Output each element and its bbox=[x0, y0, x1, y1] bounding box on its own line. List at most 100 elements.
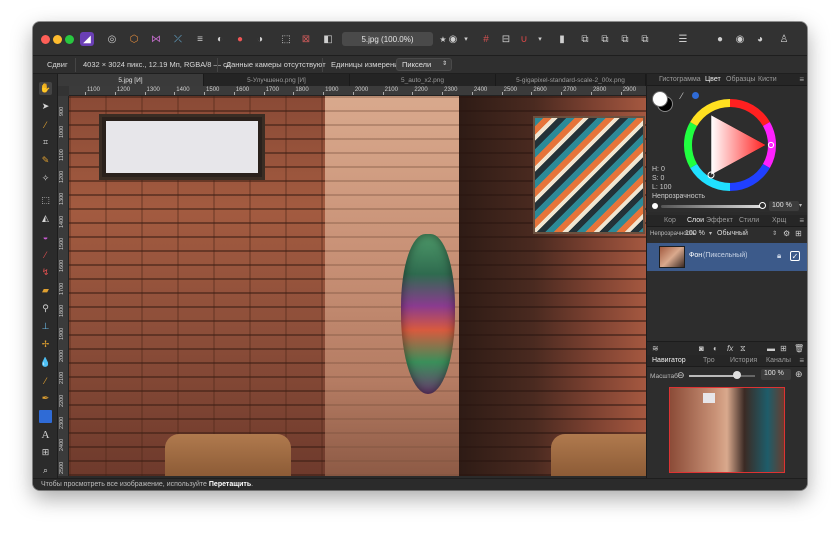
add-layer-icon[interactable]: ⊞ bbox=[780, 344, 787, 353]
zoom-out-icon[interactable]: ⊖ bbox=[677, 370, 685, 381]
snapping-grid-icon[interactable]: # bbox=[479, 32, 493, 46]
tab-swatches[interactable]: Образцы bbox=[726, 76, 755, 83]
develop-persona-icon[interactable]: ⬡ bbox=[127, 32, 141, 46]
hand-tool-icon[interactable]: ✋ bbox=[39, 82, 52, 95]
mask-icon[interactable]: ◙ bbox=[699, 344, 704, 353]
layer-opacity-value[interactable]: 100 % bbox=[685, 230, 705, 237]
layer-row-background[interactable]: Фон (Пиксельный) 🔒︎ ✓ bbox=[647, 243, 807, 271]
zoom-field[interactable]: 100 % bbox=[761, 369, 791, 380]
tab-5-gigapixel[interactable]: 5-gigapixel-standard-scale-2_00x.png bbox=[496, 74, 646, 86]
navigator-preview[interactable] bbox=[669, 387, 785, 473]
levels-icon[interactable]: ≡ bbox=[193, 32, 207, 46]
auto-white-balance-icon[interactable]: ◑ bbox=[253, 32, 267, 46]
tab-transform[interactable]: Тро bbox=[703, 357, 715, 364]
auto-contrast-icon[interactable]: ◐ bbox=[213, 32, 227, 46]
zoom-in-icon[interactable]: ⊕ bbox=[795, 369, 803, 380]
liquify-persona-icon[interactable]: ◎ bbox=[105, 32, 119, 46]
tab-channels[interactable]: Каналы bbox=[766, 357, 791, 364]
layer-lock-icon[interactable]: 🔒︎ bbox=[777, 251, 781, 261]
tab-layers[interactable]: Слои bbox=[687, 217, 704, 224]
view-mode-icon[interactable]: ◉ bbox=[733, 32, 747, 46]
snapping-magnet-icon[interactable]: ∪ bbox=[517, 32, 531, 46]
mesh-warp-icon[interactable]: ☰ bbox=[676, 32, 690, 46]
tab-brushes[interactable]: Кисти bbox=[758, 76, 777, 83]
tab-effects[interactable]: Эффект bbox=[706, 217, 733, 224]
tab-stock[interactable]: Хрщ bbox=[772, 217, 786, 224]
tab-history[interactable]: История bbox=[730, 357, 757, 364]
live-filter-icon[interactable]: ⧖ bbox=[740, 344, 746, 354]
text-tool-icon[interactable]: A bbox=[39, 428, 52, 441]
tab-navigator[interactable]: Навигатор bbox=[652, 357, 686, 364]
flood-fill-tool-icon[interactable]: ◭ bbox=[39, 212, 52, 225]
document-canvas[interactable] bbox=[69, 96, 646, 476]
arrange-backward-icon[interactable]: ⧉ bbox=[598, 32, 612, 46]
blend-mode-select[interactable]: Обычный bbox=[717, 230, 748, 237]
color-replace-brush-icon[interactable]: ↯ bbox=[39, 266, 52, 279]
tab-styles[interactable]: Стили bbox=[739, 217, 759, 224]
tone-mapping-persona-icon[interactable]: ⋈ bbox=[149, 32, 163, 46]
marquee-tool-icon[interactable]: ⬚ bbox=[39, 194, 52, 207]
adjustment-icon[interactable]: ◐ bbox=[713, 344, 718, 353]
layers-stack-icon[interactable]: ≋ bbox=[652, 344, 659, 353]
erase-brush-icon[interactable]: ▰ bbox=[39, 284, 52, 297]
chevron-down-icon[interactable]: ▾ bbox=[799, 202, 802, 209]
auto-colors-icon[interactable]: ● bbox=[233, 32, 247, 46]
tab-5-auto-x2[interactable]: 5_auto_x2.png bbox=[350, 74, 496, 86]
chevron-updown-icon[interactable]: ⇕ bbox=[772, 230, 777, 237]
units-select[interactable]: Пиксели ⇕ bbox=[396, 58, 452, 71]
saturation-triangle[interactable] bbox=[711, 115, 766, 175]
navigator-view-rect[interactable] bbox=[669, 387, 785, 473]
paint-brush-tool-icon[interactable]: ✎ bbox=[39, 154, 52, 167]
export-persona-icon[interactable]: ⤫ bbox=[171, 32, 185, 46]
zoom-window-button[interactable] bbox=[65, 35, 74, 44]
dodge-tool-icon[interactable]: ⚲ bbox=[39, 302, 52, 315]
arrange-front-icon[interactable]: ⧉ bbox=[638, 32, 652, 46]
color-mode-icon[interactable]: ◕ bbox=[753, 32, 767, 46]
arrange-forward-icon[interactable]: ⧉ bbox=[618, 32, 632, 46]
snapping-menu-icon[interactable]: ▾ bbox=[533, 32, 547, 46]
delete-layer-icon[interactable]: 🗑︎ bbox=[794, 344, 804, 353]
mesh-warp-tool-icon[interactable]: ⊞ bbox=[39, 446, 52, 459]
zoom-tool-icon[interactable]: ⌕ bbox=[39, 464, 52, 477]
panel-menu-icon[interactable]: ≡ bbox=[799, 356, 804, 365]
opacity-slider[interactable] bbox=[661, 205, 761, 208]
assistant-icon[interactable]: ● bbox=[713, 32, 727, 46]
zoom-slider[interactable] bbox=[689, 375, 755, 377]
gradient-tool-icon[interactable]: ◒ bbox=[39, 230, 52, 243]
layer-visibility-checkbox[interactable]: ✓ bbox=[790, 251, 800, 261]
horizontal-ruler[interactable]: 1100 1200 1300 1400 1500 1600 1700 1800 1900 2000… bbox=[69, 86, 646, 96]
red-eye-tool-icon[interactable]: ⁄ bbox=[39, 374, 52, 387]
account-icon[interactable]: ♙ bbox=[777, 32, 791, 46]
arrange-back-icon[interactable]: ⧉ bbox=[578, 32, 592, 46]
clone-brush-icon[interactable]: ⊥ bbox=[39, 320, 52, 333]
minimize-window-button[interactable] bbox=[53, 35, 62, 44]
quick-mask-icon[interactable]: ◧ bbox=[321, 32, 335, 46]
tab-color[interactable]: Цвет bbox=[705, 76, 721, 83]
close-window-button[interactable] bbox=[41, 35, 50, 44]
fx-icon[interactable]: fx bbox=[727, 344, 733, 353]
healing-brush-icon[interactable]: ✢ bbox=[39, 338, 52, 351]
eyedropper-tool-icon[interactable]: ⁄ bbox=[39, 118, 52, 131]
tab-5-improved[interactable]: 5-Улучшено.png [И] bbox=[204, 74, 350, 86]
crop-tool-icon[interactable]: ⌗ bbox=[39, 136, 52, 149]
pen-tool-icon[interactable]: ✒ bbox=[39, 392, 52, 405]
chevron-down-icon[interactable]: ▾ bbox=[459, 32, 473, 46]
tab-5-jpg[interactable]: 5.jpg [И] bbox=[58, 74, 204, 86]
primary-color-swatch[interactable] bbox=[652, 91, 668, 107]
brush-preset-icon[interactable]: ◉ bbox=[446, 32, 460, 46]
opacity-field[interactable]: 100 % bbox=[769, 201, 799, 211]
blur-brush-icon[interactable]: 💧 bbox=[39, 356, 52, 369]
color-wheel[interactable] bbox=[683, 98, 777, 192]
deselect-icon[interactable]: ⊠ bbox=[299, 32, 313, 46]
rectangle-tool-icon[interactable] bbox=[39, 410, 52, 423]
add-group-icon[interactable]: ▬ bbox=[767, 344, 775, 353]
brush-tool-icon[interactable]: ⁄ bbox=[39, 248, 52, 261]
lock-icon[interactable]: ⊞ bbox=[795, 229, 802, 238]
tab-histogram[interactable]: Гистограмма bbox=[659, 76, 701, 83]
panel-menu-icon[interactable]: ≡ bbox=[799, 75, 804, 84]
tab-adjustment[interactable]: Кор bbox=[664, 217, 676, 224]
affinity-photo-persona-icon[interactable]: ◢ bbox=[80, 32, 94, 46]
move-tool-icon[interactable]: ➤ bbox=[39, 100, 52, 113]
panel-menu-icon[interactable]: ≡ bbox=[799, 216, 804, 225]
gear-icon[interactable]: ⚙ bbox=[783, 229, 790, 238]
